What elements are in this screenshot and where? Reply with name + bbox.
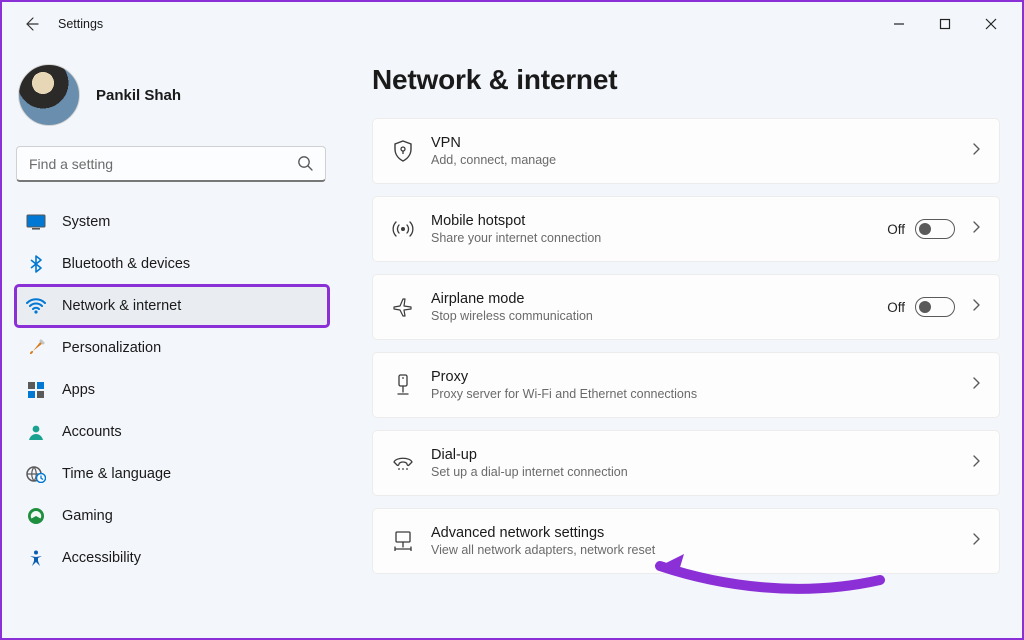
shield-icon <box>387 140 419 162</box>
toggle-state: Off <box>887 222 905 237</box>
sidebar-item-label: Bluetooth & devices <box>62 256 190 272</box>
paintbrush-icon <box>26 338 46 358</box>
hotspot-icon <box>387 219 419 239</box>
sidebar-nav: System Bluetooth & devices Network & int… <box>16 196 328 578</box>
sidebar-item-bluetooth[interactable]: Bluetooth & devices <box>16 244 328 284</box>
airplane-icon <box>387 297 419 317</box>
sidebar-item-personalization[interactable]: Personalization <box>16 328 328 368</box>
card-title: Airplane mode <box>431 291 887 307</box>
apps-icon <box>26 380 46 400</box>
card-subtitle: Proxy server for Wi-Fi and Ethernet conn… <box>431 387 969 401</box>
sidebar: Pankil Shah System Bluetooth & devices N… <box>2 46 334 638</box>
card-title: Dial-up <box>431 447 969 463</box>
card-subtitle: Add, connect, manage <box>431 153 969 167</box>
maximize-button[interactable] <box>922 8 968 40</box>
card-airplane[interactable]: Airplane mode Stop wireless communicatio… <box>372 274 1000 340</box>
card-vpn[interactable]: VPN Add, connect, manage <box>372 118 1000 184</box>
card-proxy[interactable]: Proxy Proxy server for Wi-Fi and Etherne… <box>372 352 1000 418</box>
card-dialup[interactable]: Dial-up Set up a dial-up internet connec… <box>372 430 1000 496</box>
settings-list: VPN Add, connect, manage Mobile hotspot … <box>372 118 1000 574</box>
hotspot-toggle[interactable] <box>915 219 955 239</box>
sidebar-item-network[interactable]: Network & internet <box>16 286 328 326</box>
search-input[interactable] <box>16 146 326 182</box>
sidebar-item-system[interactable]: System <box>16 202 328 242</box>
page-title: Network & internet <box>372 64 1000 96</box>
sidebar-item-time-language[interactable]: Time & language <box>16 454 328 494</box>
search-box[interactable] <box>16 146 326 182</box>
sidebar-item-accounts[interactable]: Accounts <box>16 412 328 452</box>
card-hotspot[interactable]: Mobile hotspot Share your internet conne… <box>372 196 1000 262</box>
user-name: Pankil Shah <box>96 87 181 104</box>
sidebar-item-label: System <box>62 214 110 230</box>
toggle-state: Off <box>887 300 905 315</box>
sidebar-item-gaming[interactable]: Gaming <box>16 496 328 536</box>
card-title: Mobile hotspot <box>431 213 887 229</box>
accessibility-icon <box>26 548 46 568</box>
sidebar-item-label: Personalization <box>62 340 161 356</box>
sidebar-item-label: Time & language <box>62 466 171 482</box>
sidebar-item-label: Network & internet <box>62 298 181 314</box>
gaming-icon <box>26 506 46 526</box>
card-title: Proxy <box>431 369 969 385</box>
airplane-toggle[interactable] <box>915 297 955 317</box>
close-button[interactable] <box>968 8 1014 40</box>
card-subtitle: Set up a dial-up internet connection <box>431 465 969 479</box>
card-subtitle: Share your internet connection <box>431 231 887 245</box>
person-icon <box>26 422 46 442</box>
window-title: Settings <box>58 17 103 31</box>
sidebar-item-apps[interactable]: Apps <box>16 370 328 410</box>
profile[interactable]: Pankil Shah <box>16 60 328 144</box>
sidebar-item-accessibility[interactable]: Accessibility <box>16 538 328 578</box>
bluetooth-icon <box>26 254 46 274</box>
chevron-right-icon <box>969 532 983 551</box>
wifi-icon <box>26 296 46 316</box>
card-title: VPN <box>431 135 969 151</box>
card-subtitle: Stop wireless communication <box>431 309 887 323</box>
card-title: Advanced network settings <box>431 525 969 541</box>
chevron-right-icon <box>969 376 983 395</box>
avatar <box>18 64 80 126</box>
chevron-right-icon <box>969 454 983 473</box>
sidebar-item-label: Gaming <box>62 508 113 524</box>
chevron-right-icon <box>969 298 983 317</box>
card-subtitle: View all network adapters, network reset <box>431 543 969 557</box>
minimize-button[interactable] <box>876 8 922 40</box>
computer-network-icon <box>387 531 419 551</box>
sidebar-item-label: Accessibility <box>62 550 141 566</box>
chevron-right-icon <box>969 220 983 239</box>
sidebar-item-label: Accounts <box>62 424 122 440</box>
card-advanced-network[interactable]: Advanced network settings View all netwo… <box>372 508 1000 574</box>
search-icon <box>296 154 314 177</box>
display-icon <box>26 212 46 232</box>
title-bar: Settings <box>2 2 1022 46</box>
proxy-icon <box>387 374 419 396</box>
sidebar-item-label: Apps <box>62 382 95 398</box>
back-button[interactable] <box>16 9 46 39</box>
phone-icon <box>387 454 419 472</box>
chevron-right-icon <box>969 142 983 161</box>
main-content: Network & internet VPN Add, connect, man… <box>334 46 1022 638</box>
globe-clock-icon <box>26 464 46 484</box>
